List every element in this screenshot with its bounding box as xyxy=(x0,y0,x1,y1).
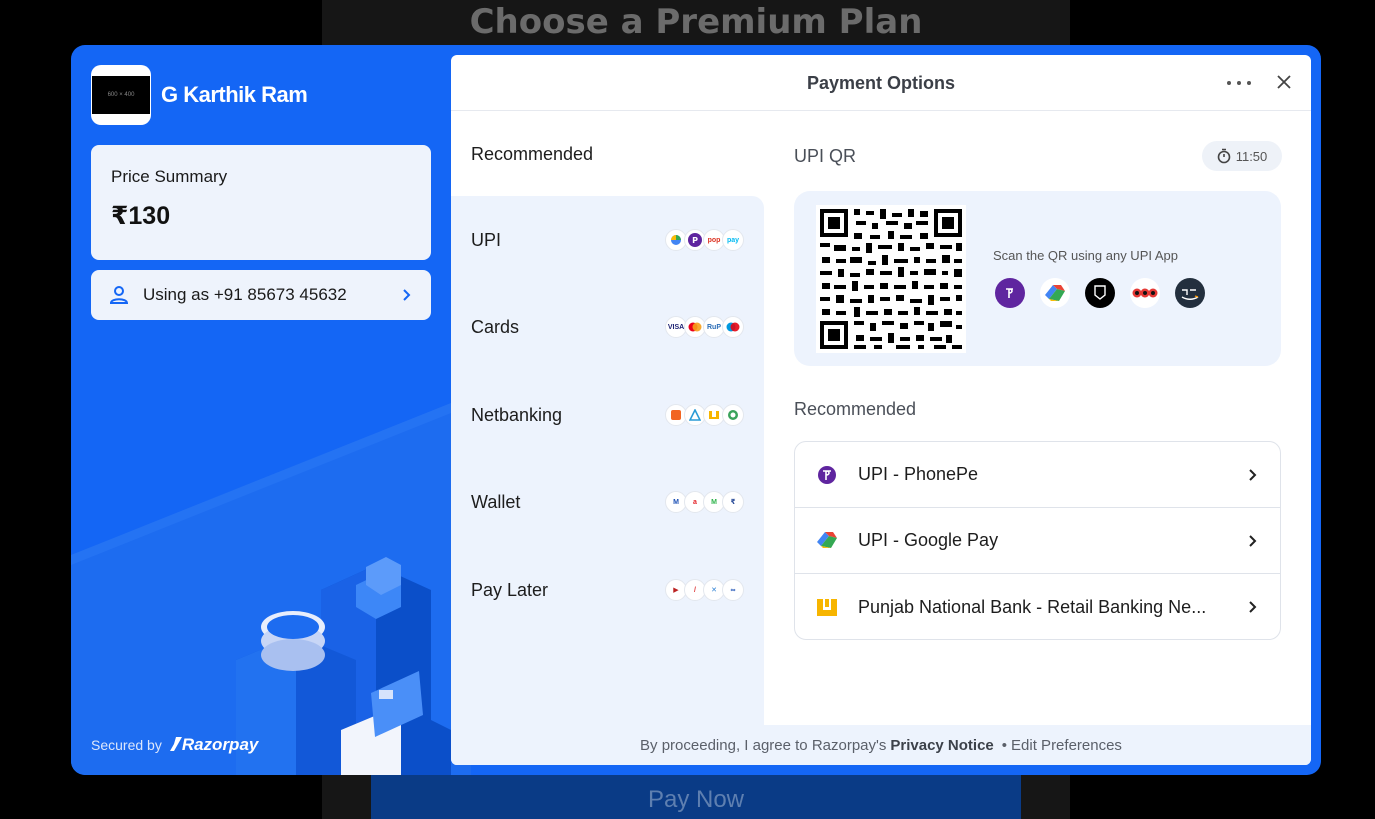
payment-methods-sidebar: Recommended UPI P pop pay Cards VISA RuP… xyxy=(451,111,764,726)
merchant-logo: 600 × 400 xyxy=(91,65,151,125)
cred-app-icon xyxy=(1085,278,1115,308)
svg-text:P: P xyxy=(692,236,698,245)
phonepe-icon xyxy=(815,463,839,487)
method-icons: M a M ₹ xyxy=(665,491,744,513)
method-icons xyxy=(665,404,744,426)
price-summary-card: Price Summary ₹130 xyxy=(91,145,431,260)
methods-title: Recommended xyxy=(471,144,594,164)
razorpay-mark-icon xyxy=(169,737,182,751)
paytm-icon: pay xyxy=(722,229,744,251)
more-options-icon[interactable] xyxy=(1227,73,1251,93)
method-label: Pay Later xyxy=(471,579,549,600)
method-label: UPI xyxy=(471,229,502,250)
amazon-pay-app-icon xyxy=(1175,278,1205,308)
upi-apps-row xyxy=(995,278,1220,308)
method-icons: ▶ / ✕ ∞ xyxy=(665,579,744,601)
upi-qr-card: Scan the QR using any UPI App xyxy=(794,191,1281,366)
chevron-right-icon xyxy=(1249,468,1257,481)
pop-app-icon xyxy=(1130,278,1160,308)
panel-title: Payment Options xyxy=(806,73,956,93)
google-pay-app-icon xyxy=(1040,278,1070,308)
methods-list: UPI P pop pay Cards VISA RuP Netbanking … xyxy=(451,196,764,726)
user-icon xyxy=(109,286,129,304)
price-amount: ₹130 xyxy=(111,202,171,230)
recommended-item-label: UPI - Google Pay xyxy=(858,530,999,550)
maestro-icon xyxy=(722,316,744,338)
chevron-right-icon xyxy=(1249,534,1257,547)
recommended-item-phonepe[interactable]: UPI - PhonePe xyxy=(795,442,1280,508)
stopwatch-icon xyxy=(1217,148,1231,164)
secured-by-label: Secured by xyxy=(91,737,162,753)
merchant-header: 600 × 400 G Karthik Ram xyxy=(91,65,308,125)
method-upi[interactable]: UPI P pop pay xyxy=(451,210,764,270)
footer-consent: By proceeding, I agree to Razorpay's Pri… xyxy=(451,725,1311,765)
payment-content: UPI QR 11:50 Scan the QR using any UPI A… xyxy=(794,111,1282,725)
scan-instruction: Scan the QR using any UPI App xyxy=(993,248,1178,263)
recommended-item-label: UPI - PhonePe xyxy=(858,464,979,484)
method-cards[interactable]: Cards VISA RuP xyxy=(451,297,764,357)
pnb-icon xyxy=(815,595,839,619)
merchant-name: G Karthik Ram xyxy=(161,82,308,107)
razorpay-logo: Razorpay xyxy=(169,735,259,755)
freecharge-icon: ₹ xyxy=(722,491,744,513)
phonepe-app-icon xyxy=(995,278,1025,308)
user-contact-text: Using as +91 85673 45632 xyxy=(143,285,347,304)
privacy-notice-link[interactable]: Privacy Notice xyxy=(890,737,993,754)
recommended-item-label: Punjab National Bank - Retail Banking Ne… xyxy=(858,596,1207,617)
method-netbanking[interactable]: Netbanking xyxy=(451,385,764,445)
chevron-right-icon xyxy=(1249,601,1257,613)
qr-timer: 11:50 xyxy=(1202,141,1282,171)
google-pay-icon xyxy=(815,529,839,553)
close-icon[interactable] xyxy=(1273,71,1295,93)
user-contact-button[interactable]: Using as +91 85673 45632 xyxy=(91,270,431,320)
qr-code-image xyxy=(820,209,962,349)
footer-separator: • xyxy=(1001,736,1008,754)
recommended-item-pnb[interactable]: Punjab National Bank - Retail Banking Ne… xyxy=(795,574,1280,640)
merchant-logo-placeholder: 600 × 400 xyxy=(92,76,150,114)
background-title: Choose a Premium Plan xyxy=(469,2,923,42)
panel-header: Payment Options xyxy=(451,55,1311,111)
background-pay-now-button: Pay Now xyxy=(371,775,1021,819)
method-wallet[interactable]: Wallet M a M ₹ xyxy=(451,472,764,532)
price-summary-label: Price Summary xyxy=(111,167,228,186)
chevron-right-icon xyxy=(403,289,411,301)
method-label: Netbanking xyxy=(471,404,563,425)
recommended-item-google-pay[interactable]: UPI - Google Pay xyxy=(795,508,1280,574)
edit-preferences-link[interactable]: Edit Preferences xyxy=(1011,737,1122,754)
footer-prefix: By proceeding, I agree to Razorpay's xyxy=(640,736,887,754)
timer-value: 11:50 xyxy=(1235,148,1268,164)
method-icons: VISA RuP xyxy=(665,316,744,338)
payment-options-panel: Payment Options Recommended UPI P pop pa… xyxy=(451,55,1311,765)
recommended-title: Recommended xyxy=(794,399,917,419)
hdfc-paylater-icon: ∞ xyxy=(722,579,744,601)
upi-qr-title: UPI QR xyxy=(794,146,857,166)
qr-code[interactable] xyxy=(816,205,966,353)
canara-bank-icon xyxy=(722,404,744,426)
secured-by-badge: Secured by Razorpay xyxy=(91,735,258,755)
recommended-list: UPI - PhonePe UPI - Google Pay Punjab Na… xyxy=(794,441,1281,640)
razorpay-brand-text: Razorpay xyxy=(181,735,259,754)
method-label: Cards xyxy=(471,316,520,337)
method-pay-later[interactable]: Pay Later ▶ / ✕ ∞ xyxy=(451,560,764,620)
checkout-modal: 600 × 400 G Karthik Ram Price Summary ₹1… xyxy=(71,45,1321,775)
method-icons: P pop pay xyxy=(665,229,744,251)
method-label: Wallet xyxy=(471,491,521,512)
